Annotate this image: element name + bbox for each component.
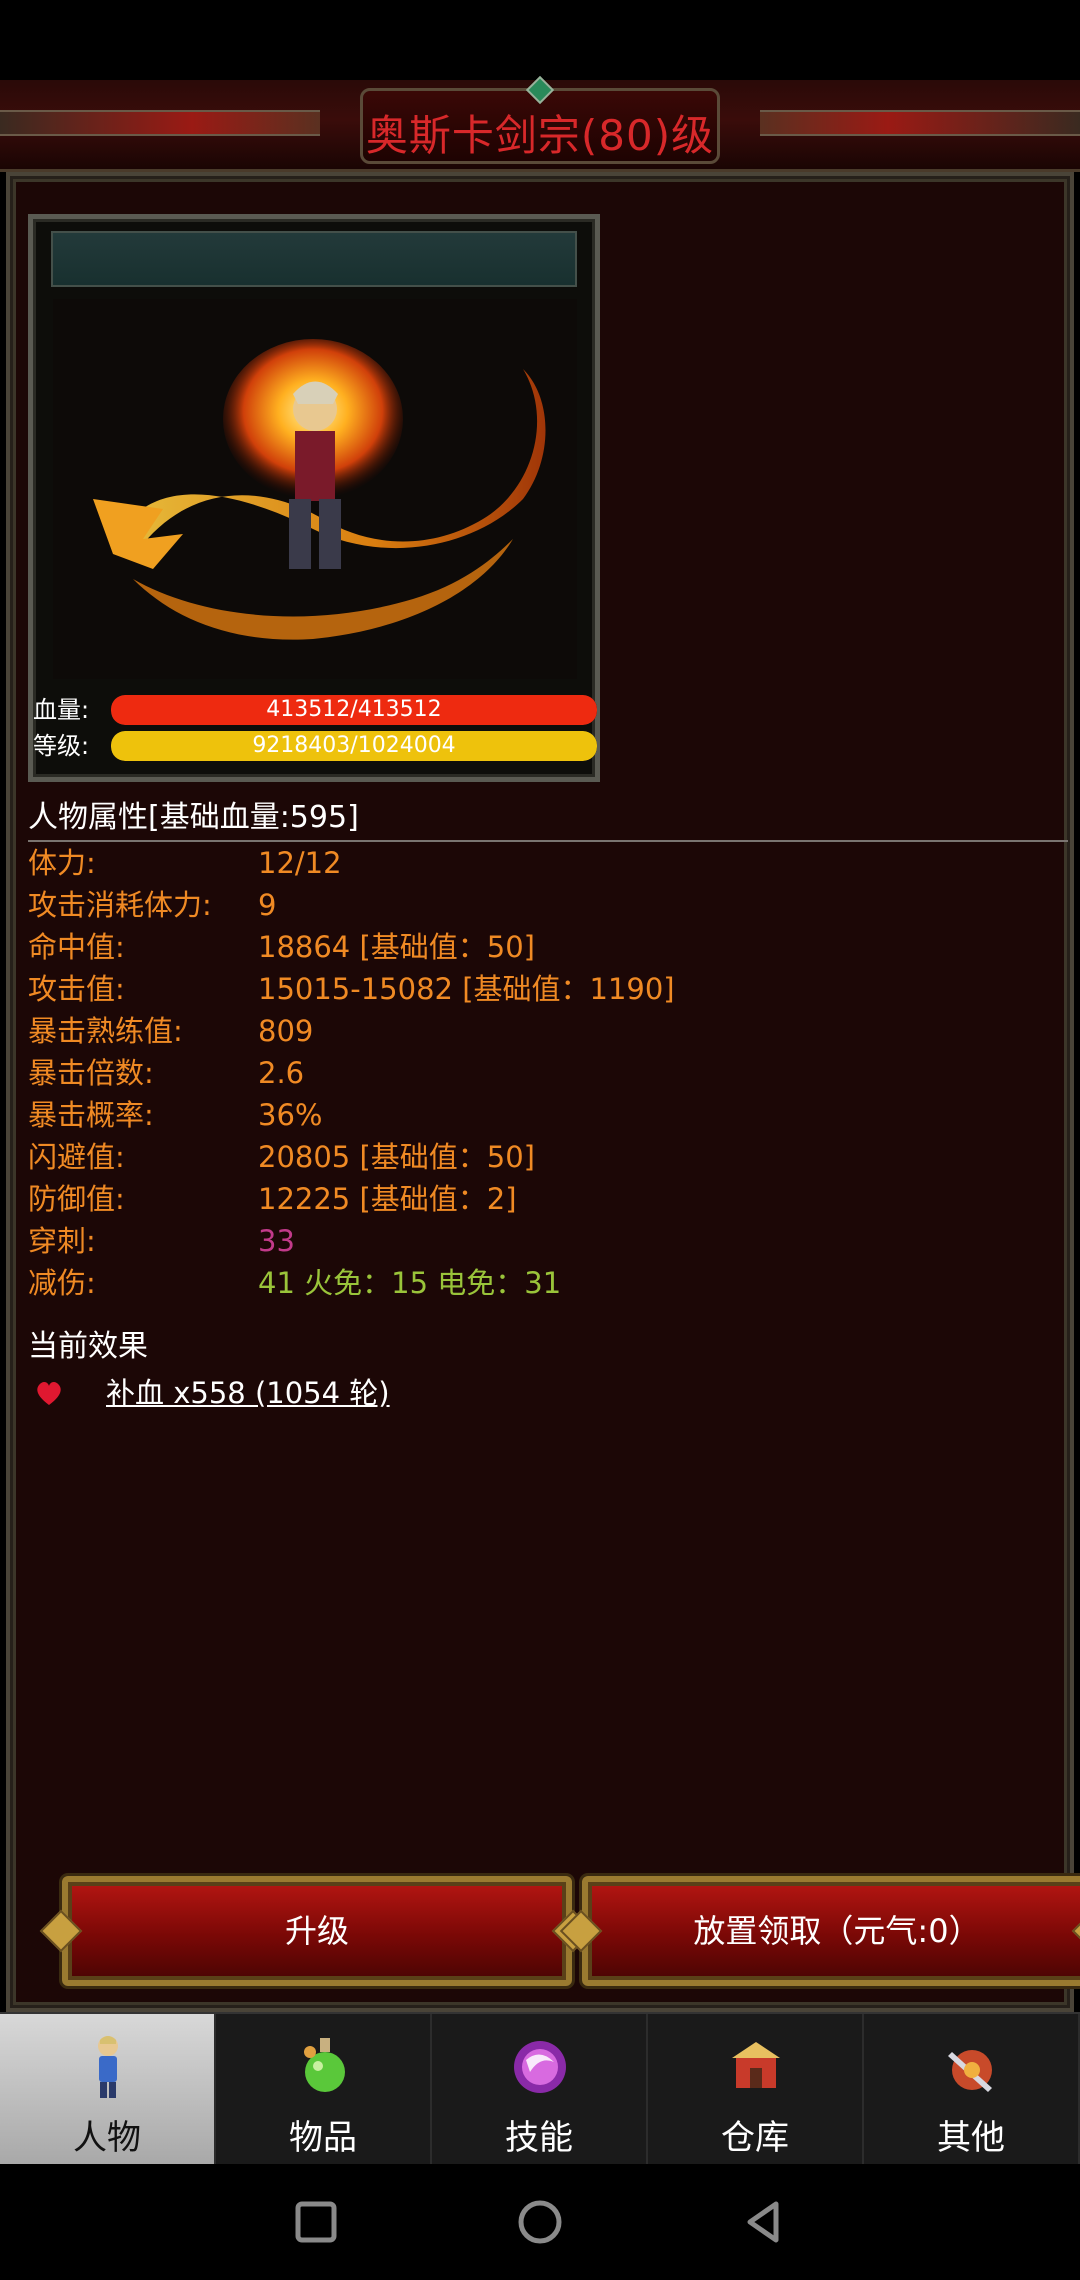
bottom-tab-bar: 人物 物品 技能 仓库 其他 (0, 2012, 1080, 2166)
button-ornament-icon (1071, 1909, 1080, 1953)
attribute-label: 减伤: (28, 1266, 96, 1300)
potion-icon (304, 2038, 345, 2092)
hp-row: 血量: 413512/413512 (33, 695, 605, 725)
attribute-value: 12225 [基础值：2] (258, 1182, 517, 1216)
attribute-row: 暴击熟练值: 809 (28, 1010, 1068, 1052)
attribute-value: 18864 [基础值：50] (258, 930, 536, 964)
level-label: 等级: (33, 732, 90, 760)
button-ornament-icon (39, 1909, 83, 1953)
title-bar: 奥斯卡剑宗(80)级 (0, 75, 1080, 172)
attributes-list: 体力: 12/12 攻击消耗体力: 9 命中值: 18864 [基础值：50] 攻击值: 15… (28, 842, 1068, 1304)
level-value: 9218403/1024004 (252, 733, 456, 758)
attribute-value: 20805 [基础值：50] (258, 1140, 536, 1174)
attribute-row: 闪避值: 20805 [基础值：50] (28, 1136, 1068, 1178)
tab-character[interactable]: 人物 (0, 2014, 216, 2166)
attribute-value: 809 (258, 1014, 314, 1048)
attribute-label: 防御值: (28, 1182, 125, 1216)
attribute-value: 33 (258, 1224, 295, 1258)
attribute-row: 命中值: 18864 [基础值：50] (28, 926, 1068, 968)
attribute-label: 暴击倍数: (28, 1056, 154, 1090)
effect-item[interactable]: 补血 x558 (1054 轮) (28, 1370, 1068, 1416)
attribute-value: 36% (258, 1098, 323, 1132)
system-nav-bar (0, 2164, 1080, 2280)
attribute-row: 攻击值: 15015-15082 [基础值：1190] (28, 968, 1068, 1010)
attribute-row: 穿刺: 33 (28, 1220, 1068, 1262)
attribute-label: 穿刺: (28, 1224, 96, 1258)
attribute-label: 暴击熟练值: (28, 1014, 183, 1048)
tab-skills[interactable]: 技能 (432, 2014, 648, 2166)
attribute-value: 12/12 (258, 846, 342, 880)
attribute-label: 攻击消耗体力: (28, 888, 212, 922)
attribute-value: 2.6 (258, 1056, 305, 1090)
warehouse-icon (732, 2042, 780, 2088)
hp-value: 413512/413512 (266, 697, 442, 722)
page-title: 奥斯卡剑宗(80)级 (365, 111, 715, 160)
idle-claim-button[interactable]: 放置领取（元气:0） (559, 1876, 1080, 1986)
other-icon (948, 2050, 992, 2092)
tab-label: 技能 (505, 2118, 573, 2158)
heart-icon (37, 1382, 61, 1405)
attribute-label: 命中值: (28, 930, 125, 964)
attribute-label: 闪避值: (28, 1140, 125, 1174)
back-icon[interactable] (736, 2194, 792, 2250)
attribute-row: 暴击倍数: 2.6 (28, 1052, 1068, 1094)
hp-label: 血量: (33, 696, 90, 724)
tab-warehouse[interactable]: 仓库 (648, 2014, 864, 2166)
upgrade-button[interactable]: 升级 (39, 1876, 595, 1986)
effect-link[interactable]: 补血 x558 (1054 轮) (106, 1370, 390, 1416)
status-bar (0, 0, 1080, 80)
attribute-label: 体力: (28, 846, 96, 880)
attribute-row: 防御值: 12225 [基础值：2] (28, 1178, 1068, 1220)
recent-apps-icon[interactable] (288, 2194, 344, 2250)
level-row: 等级: 9218403/1024004 (33, 731, 605, 761)
attribute-label: 暴击概率: (28, 1098, 154, 1132)
attribute-value: 9 (258, 888, 277, 922)
tab-label: 仓库 (721, 2118, 789, 2158)
level-bar: 9218403/1024004 (111, 731, 597, 761)
portrait-header (51, 231, 577, 287)
tab-other[interactable]: 其他 (864, 2014, 1080, 2166)
effects-heading: 当前效果 (28, 1329, 148, 1364)
portrait-frame: 血量: 413512/413512 等级: 9218403/1024004 (28, 214, 600, 782)
attributes-section: 人物属性[基础血量:595] 体力: 12/12 攻击消耗体力: 9 命中值: 18864… (28, 796, 1068, 1304)
home-icon[interactable] (512, 2194, 568, 2250)
tab-label: 人物 (73, 2118, 141, 2158)
attributes-heading: 人物属性[基础血量:595] (28, 796, 1068, 842)
hp-bar: 413512/413512 (111, 695, 597, 725)
skill-orb-icon (514, 2041, 566, 2093)
tab-label: 物品 (289, 2118, 357, 2158)
character-portrait-icon (53, 299, 577, 679)
attribute-row: 暴击概率: 36% (28, 1094, 1068, 1136)
attribute-row: 攻击消耗体力: 9 (28, 884, 1068, 926)
character-panel: 血量: 413512/413512 等级: 9218403/1024004 人物… (6, 172, 1080, 2012)
tab-items[interactable]: 物品 (216, 2014, 432, 2166)
upgrade-button-label: 升级 (284, 1912, 349, 1950)
attribute-row: 减伤: 41 火免：15 电免：31 (28, 1262, 1068, 1304)
effects-section: 当前效果 补血 x558 (1054 轮) (28, 1324, 1068, 1416)
attribute-row: 体力: 12/12 (28, 842, 1068, 884)
idle-claim-button-label: 放置领取（元气:0） (693, 1912, 981, 1950)
attribute-label: 攻击值: (28, 972, 125, 1006)
tab-label: 其他 (937, 2118, 1005, 2158)
character-icon (98, 2036, 118, 2098)
attribute-value: 15015-15082 [基础值：1190] (258, 972, 675, 1006)
attribute-value: 41 火免：15 电免：31 (258, 1266, 562, 1300)
